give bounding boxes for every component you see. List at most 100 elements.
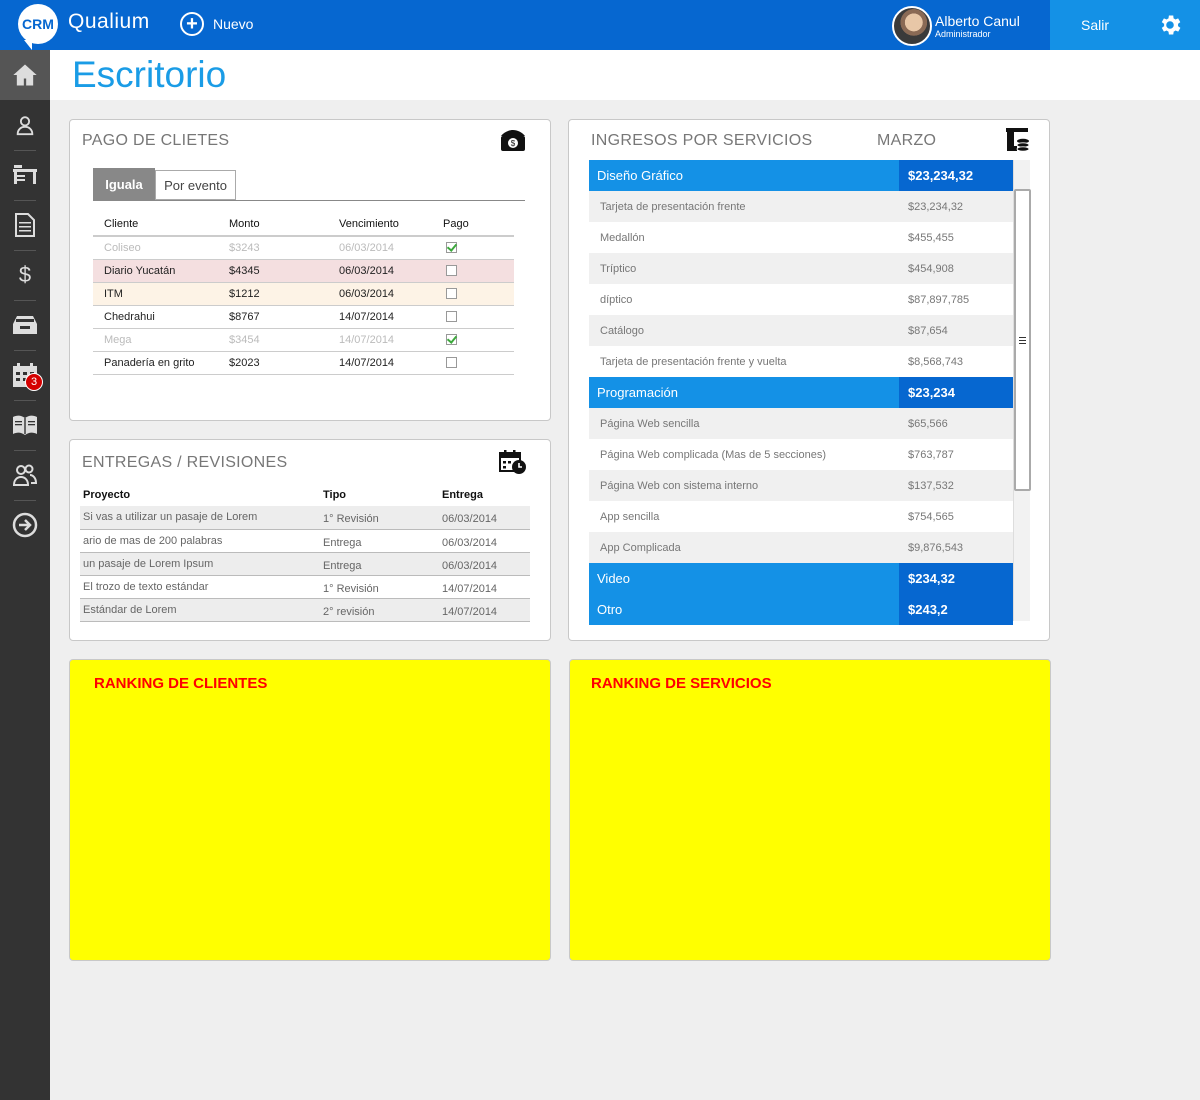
pago-checkbox[interactable]	[446, 334, 457, 346]
sidebar-item-escritorio[interactable]	[0, 150, 50, 200]
sidebar-item-usuarios[interactable]	[0, 450, 50, 500]
avatar	[892, 6, 932, 46]
service-name: díptico	[600, 293, 633, 306]
sidebar-item-documentos[interactable]	[0, 200, 50, 250]
sidebar-item-clientes[interactable]	[0, 100, 50, 150]
service-name: Página Web complicada (Mas de 5 seccione…	[600, 448, 827, 461]
ingresos-month: MARZO	[877, 132, 937, 149]
table-row[interactable]: ITM $1212 06/03/2014	[93, 282, 514, 306]
service-row[interactable]: App Complicada $9,876,543	[589, 532, 1013, 563]
new-button[interactable]: + Nuevo	[180, 12, 253, 36]
pago-checkbox[interactable]	[446, 288, 457, 300]
cell-vencimiento: 14/07/2014	[328, 351, 432, 375]
settings-button[interactable]	[1140, 0, 1200, 50]
cell-tipo: 1° Revisión	[320, 506, 439, 530]
page-title: Escritorio	[72, 54, 227, 95]
pago-checkbox[interactable]	[446, 357, 457, 369]
scrollbar-thumb[interactable]	[1014, 189, 1031, 491]
category-row[interactable]: Diseño Gráfico $23,234,32	[589, 160, 1013, 191]
sidebar-item-pagos[interactable]: $	[0, 250, 50, 300]
table-row[interactable]: un pasaje de Lorem Ipsum Entrega 06/03/201…	[80, 552, 530, 576]
cell-tipo: 2° revisión	[320, 598, 439, 622]
calendar-clock-icon	[499, 450, 526, 474]
ingresos-list: Diseño Gráfico $23,234,32 Tarjeta de prese…	[589, 160, 1013, 625]
ingresos-title: INGRESOS POR SERVICIOS	[591, 132, 813, 149]
pago-checkbox[interactable]	[446, 265, 457, 277]
ranking-clientes-title: RANKING DE CLIENTES	[94, 675, 268, 692]
grip-icon	[1019, 336, 1026, 344]
table-row[interactable]: Diario Yucatán $4345 06/03/2014	[93, 259, 514, 283]
cell-pago	[432, 305, 514, 329]
service-row[interactable]: Página Web sencilla $65,566	[589, 408, 1013, 439]
category-name: Diseño Gráfico	[589, 160, 899, 191]
cell-pago	[432, 282, 514, 306]
service-row[interactable]: Tarjeta de presentación frente $23,234,32	[589, 191, 1013, 222]
table-row[interactable]: Si vas a utilizar un pasaje de Lorem 1° R…	[80, 506, 530, 530]
table-row[interactable]: Chedrahui $8767 14/07/2014	[93, 305, 514, 329]
ingresos-list-container: Diseño Gráfico $23,234,32 Tarjeta de prese…	[589, 160, 1031, 625]
service-row[interactable]: Tarjeta de presentación frente y vuelta $…	[589, 346, 1013, 377]
category-row[interactable]: Video $234,32	[589, 563, 1013, 594]
cell-pago	[432, 351, 514, 375]
sidebar-item-catalogo[interactable]	[0, 400, 50, 450]
table-row[interactable]: El trozo de texto estándar 1° Revisión 14/…	[80, 575, 530, 599]
crm-logo[interactable]: CRM	[18, 4, 58, 50]
cell-pago	[432, 236, 514, 260]
cell-monto: $1212	[218, 282, 328, 306]
service-name: Catálogo	[600, 324, 645, 337]
service-amount: $8,568,743	[908, 355, 964, 368]
pagos-table: Cliente Monto Vencimiento Pago Coliseo $3…	[93, 212, 514, 375]
cell-cliente: Mega	[93, 328, 218, 352]
ingresos-panel: INGRESOS POR SERVICIOS MARZO Diseño Gráf…	[568, 119, 1050, 641]
table-row[interactable]: Coliseo $3243 06/03/2014	[93, 236, 514, 260]
pago-checkbox[interactable]	[446, 242, 457, 254]
user-name: Alberto Canul	[935, 13, 1020, 29]
tabs-underline	[93, 200, 525, 201]
table-row[interactable]: ario de mas de 200 palabras Entrega 06/03/…	[80, 529, 530, 553]
service-name: Página Web sencilla	[600, 417, 700, 430]
service-row[interactable]: Tríptico $454,908	[589, 253, 1013, 284]
document-icon	[15, 213, 35, 237]
sidebar-item-bandeja[interactable]	[0, 300, 50, 350]
tab-iguala[interactable]: Iguala	[93, 168, 155, 200]
money-icon: $	[501, 130, 525, 151]
inbox-icon	[13, 316, 37, 334]
service-row[interactable]: App sencilla $754,565	[589, 501, 1013, 532]
cell-cliente: Diario Yucatán	[93, 259, 218, 283]
scrollbar-track[interactable]	[1013, 160, 1031, 621]
cell-monto: $2023	[218, 351, 328, 375]
logout-button[interactable]: Salir	[1050, 0, 1140, 50]
service-name: App sencilla	[600, 510, 660, 523]
pagos-title: PAGO DE CLIETES	[82, 132, 230, 149]
pagos-tabs: Iguala Por evento	[93, 168, 236, 200]
app-name: Qualium	[68, 10, 150, 33]
service-amount: $455,455	[908, 231, 954, 244]
cell-monto: $3243	[218, 236, 328, 260]
user-profile[interactable]: Alberto Canul Administrador	[892, 6, 1020, 46]
sidebar-item-calendario[interactable]: 3	[0, 350, 50, 400]
cell-entrega: 14/07/2014	[439, 598, 530, 622]
tab-por-evento[interactable]: Por evento	[155, 170, 236, 200]
category-row[interactable]: Otro $243,2	[589, 594, 1013, 625]
col-entrega: Entrega	[442, 489, 483, 501]
cell-pago	[432, 259, 514, 283]
sidebar-item-home[interactable]	[0, 50, 50, 100]
service-row[interactable]: Página Web complicada (Mas de 5 seccione…	[589, 439, 1013, 470]
service-row[interactable]: Medallón $455,455	[589, 222, 1013, 253]
category-name: Video	[589, 563, 899, 594]
pago-checkbox[interactable]	[446, 311, 457, 323]
service-row[interactable]: díptico $87,897,785	[589, 284, 1013, 315]
service-row[interactable]: Página Web con sistema interno $137,532	[589, 470, 1013, 501]
category-amount: $243,2	[899, 594, 1013, 625]
table-row[interactable]: Panadería en grito $2023 14/07/2014	[93, 351, 514, 375]
sidebar-item-salir[interactable]	[0, 500, 50, 550]
category-name: Programación	[589, 377, 899, 408]
notification-badge: 3	[25, 373, 43, 391]
table-row[interactable]: Mega $3454 14/07/2014	[93, 328, 514, 352]
service-row[interactable]: Catálogo $87,654	[589, 315, 1013, 346]
user-role: Administrador	[935, 29, 991, 39]
category-row[interactable]: Programación $23,234	[589, 377, 1013, 408]
ranking-servicios-panel: RANKING DE SERVICIOS	[569, 659, 1051, 961]
table-row[interactable]: Estándar de Lorem 2° revisión 14/07/2014	[80, 598, 530, 622]
col-tipo: Tipo	[323, 489, 347, 501]
